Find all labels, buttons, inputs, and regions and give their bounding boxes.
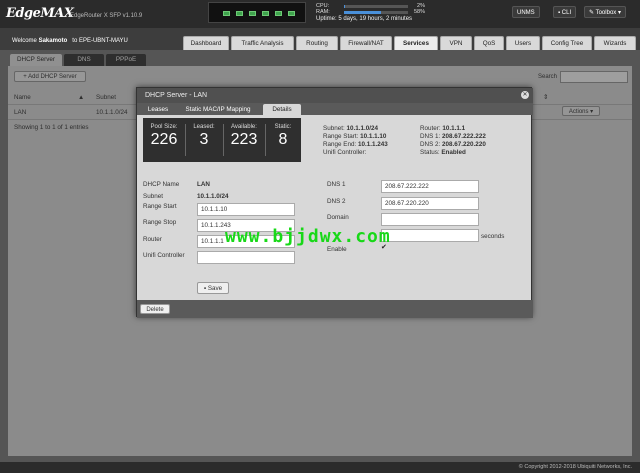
domain-input[interactable] xyxy=(381,213,479,226)
copyright-footer: © Copyright 2012-2018 Ubiquiti Networks,… xyxy=(0,462,640,473)
leased-stat: Leased: 3 xyxy=(193,124,215,148)
dialog-title: DHCP Server - LAN xyxy=(137,88,533,103)
port-status-panel xyxy=(208,2,306,23)
unms-button[interactable]: UNMS xyxy=(512,6,540,18)
summary-dns2: DNS 2: 208.67.220.220 xyxy=(420,141,486,148)
edgemax-logo: EdgeMAX xyxy=(6,6,74,21)
port-indicator xyxy=(262,11,269,16)
tab-users[interactable]: Users xyxy=(506,36,540,50)
port-indicator xyxy=(288,11,295,16)
tab-firewall-nat[interactable]: Firewall/NAT xyxy=(340,36,392,50)
hostname: to EPE-UBNT-MAYU xyxy=(72,38,128,44)
tab-services[interactable]: Services xyxy=(394,36,438,50)
static-stat: Static: 8 xyxy=(274,124,292,148)
summary-subnet: Subnet: 10.1.1.0/24 xyxy=(323,125,378,132)
watermark: www.bjjdwx.com xyxy=(225,226,391,247)
toolbox-button[interactable]: ✎ Toolbox ▾ xyxy=(584,6,626,18)
system-stats: CPU: 2% RAM: 58% Uptime: 5 days, 19 hour… xyxy=(312,2,425,23)
username: Sakamoto xyxy=(38,38,68,44)
port-indicator xyxy=(249,11,256,16)
domain-label: Domain xyxy=(327,214,349,221)
chevron-down-icon: ▾ xyxy=(616,10,621,16)
close-icon[interactable]: ✕ xyxy=(521,91,529,99)
save-button[interactable]: ▪ Save xyxy=(197,282,229,294)
pool-stats: Pool Size: 226 Leased: 3 Available: 223 … xyxy=(143,118,301,162)
tab-dashboard[interactable]: Dashboard xyxy=(183,36,229,50)
cli-button[interactable]: ▪ CLI xyxy=(553,6,577,18)
cli-label: CLI xyxy=(561,10,572,16)
dns1-input[interactable]: 208.67.222.222 xyxy=(381,180,479,193)
summary-dns1: DNS 1: 208.67.222.222 xyxy=(420,133,486,140)
toolbox-label: Toolbox xyxy=(595,10,617,16)
main-nav: Welcome Sakamoto to EPE-UBNT-MAYU Dashbo… xyxy=(0,28,640,50)
ram-bar-fill xyxy=(344,11,382,14)
unms-label: UNMS xyxy=(517,10,535,16)
port-indicator xyxy=(275,11,282,16)
range-start-input[interactable]: 10.1.1.10 xyxy=(197,203,295,216)
dns1-label: DNS 1 xyxy=(327,181,346,188)
port-indicator xyxy=(236,11,243,16)
tab-static-mapping[interactable]: Static MAC/IP Mapping xyxy=(177,104,259,115)
lease-time-input[interactable] xyxy=(381,229,479,242)
tab-qos[interactable]: QoS xyxy=(474,36,504,50)
router-model: EdgeRouter X SFP v1.10.9 xyxy=(70,13,143,19)
seconds-label: seconds xyxy=(481,233,505,240)
tab-wizards[interactable]: Wizards xyxy=(594,36,636,50)
subnet-value: 10.1.1.0/24 xyxy=(197,193,229,200)
tab-routing[interactable]: Routing xyxy=(296,36,338,50)
summary-router: Router: 10.1.1.1 xyxy=(420,125,466,132)
port-indicator xyxy=(223,11,230,16)
router-label: Router xyxy=(143,236,162,243)
dhcp-name-value: LAN xyxy=(197,181,210,188)
welcome-text: Welcome Sakamoto to EPE-UBNT-MAYU xyxy=(12,38,128,44)
dialog-footer: Delete xyxy=(137,300,533,318)
unifi-controller-label: Unifi Controller xyxy=(143,252,185,259)
ram-label: RAM: xyxy=(316,9,330,15)
summary-status: Status: Enabled xyxy=(420,149,466,156)
tab-traffic-analysis[interactable]: Traffic Analysis xyxy=(231,36,294,50)
top-header: EdgeMAX EdgeRouter X SFP v1.10.9 CPU: 2%… xyxy=(0,0,640,28)
delete-button[interactable]: Delete xyxy=(140,304,170,314)
tab-leases[interactable]: Leases xyxy=(143,104,173,115)
summary-unifi: Unifi Controller: xyxy=(323,149,367,156)
tab-details[interactable]: Details xyxy=(263,104,301,115)
summary-range-start: Range Start: 10.1.1.10 xyxy=(323,133,387,140)
tab-config-tree[interactable]: Config Tree xyxy=(542,36,592,50)
summary-range-end: Range End: 10.1.1.243 xyxy=(323,141,388,148)
available-stat: Available: 223 xyxy=(230,124,258,148)
pool-size-stat: Pool Size: 226 xyxy=(150,124,178,148)
dhcp-server-dialog: DHCP Server - LAN ✕ Leases Static MAC/IP… xyxy=(136,87,533,318)
dialog-tabs: Leases Static MAC/IP Mapping Details xyxy=(137,103,533,115)
enable-label: Enable xyxy=(327,246,347,253)
range-start-label: Range Start xyxy=(143,203,177,210)
subnet-label: Subnet xyxy=(143,193,163,200)
cpu-bar-fill xyxy=(344,5,346,8)
ram-value: 58% xyxy=(413,9,425,15)
dns2-label: DNS 2 xyxy=(327,198,346,205)
tab-vpn[interactable]: VPN xyxy=(440,36,472,50)
dns2-input[interactable]: 208.67.220.220 xyxy=(381,197,479,210)
wrench-icon: ✎ xyxy=(589,10,596,16)
unifi-controller-input[interactable] xyxy=(197,251,295,264)
uptime-text: Uptime: 5 days, 19 hours, 2 minutes xyxy=(316,16,413,22)
dhcp-name-label: DHCP Name xyxy=(143,181,180,188)
range-stop-label: Range Stop xyxy=(143,219,177,226)
